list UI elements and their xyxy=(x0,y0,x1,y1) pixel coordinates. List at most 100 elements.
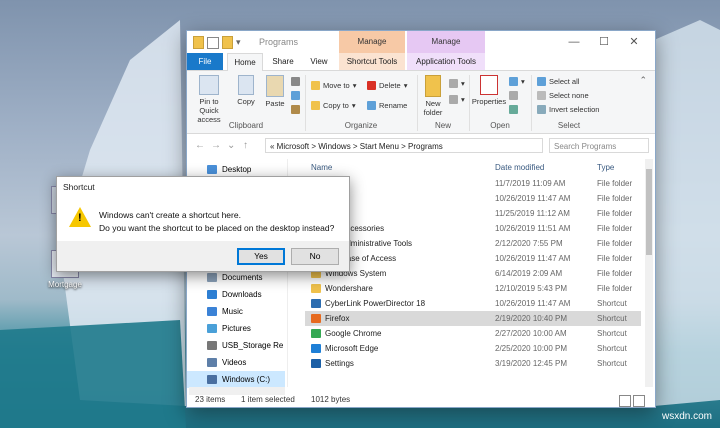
tab-view[interactable]: View xyxy=(303,53,335,70)
title-bar: ▾ Programs Manage Manage — ☐ ✕ xyxy=(187,31,655,53)
scissors-icon xyxy=(291,77,300,86)
pin-quick-access-button[interactable]: Pin to Quick access xyxy=(189,75,229,124)
copy-path-button[interactable] xyxy=(291,91,300,100)
group-clipboard-label: Clipboard xyxy=(228,121,264,130)
quick-access-toolbar: ▾ xyxy=(193,36,241,49)
tab-home[interactable]: Home xyxy=(227,53,263,72)
nav-item-videos[interactable]: Videos xyxy=(207,354,246,371)
nav-item-usb-storage[interactable]: USB_Storage Re xyxy=(207,337,283,354)
nav-item-windows-c[interactable]: Windows (C:) xyxy=(187,371,285,388)
new-folder-button[interactable]: New folder xyxy=(419,75,447,117)
file-row[interactable]: CyberLink PowerDirector 18 10/26/2019 11:… xyxy=(305,296,641,311)
file-row[interactable]: X11/7/2019 11:09 AMFile folder xyxy=(305,176,641,191)
copy-label: Copy xyxy=(237,97,255,106)
rename-icon xyxy=(367,101,376,110)
recent-dropdown-icon[interactable]: ⌄ xyxy=(227,140,235,151)
shortcut-icon xyxy=(311,359,321,368)
file-row[interactable]: ows Accessories 10/26/2019 11:51 AM File f… xyxy=(305,221,641,236)
forward-icon[interactable]: → xyxy=(211,140,221,151)
dropdown-icon[interactable]: ▾ xyxy=(236,37,241,48)
file-row[interactable]: ows Ease of Access 10/26/2019 11:47 AM Fil… xyxy=(305,251,641,266)
file-row[interactable]: Settings 3/19/2020 12:45 PM Shortcut xyxy=(305,356,641,371)
delete-button[interactable]: Delete ▾ xyxy=(367,81,407,90)
file-row[interactable]: p10/26/2019 11:47 AMFile folder xyxy=(305,191,641,206)
paste-icon xyxy=(266,75,284,97)
rename-button[interactable]: Rename xyxy=(367,101,407,110)
move-to-button[interactable]: Move to ▾ xyxy=(311,81,356,90)
tab-file[interactable]: File xyxy=(187,53,223,70)
column-date-modified[interactable]: Date modified xyxy=(495,163,544,172)
file-row[interactable]: Windows System 6/14/2019 2:09 AM File fold… xyxy=(305,266,641,281)
move-to-icon xyxy=(311,81,320,90)
usb-drive-icon xyxy=(207,341,217,350)
status-bar: 23 items 1 item selected 1012 bytes xyxy=(187,393,655,407)
file-row[interactable]: Firefox 2/19/2020 10:40 PM Shortcut xyxy=(305,311,641,326)
select-all-button[interactable]: Select all xyxy=(537,77,579,86)
videos-folder-icon xyxy=(207,358,217,367)
tab-share[interactable]: Share xyxy=(267,53,299,70)
properties-button[interactable]: Properties xyxy=(471,75,507,106)
file-row[interactable]: LAN11/25/2019 11:12 AMFile folder xyxy=(305,206,641,221)
select-none-icon xyxy=(537,91,546,100)
file-type: File folder xyxy=(597,254,633,263)
yes-button[interactable]: Yes xyxy=(237,248,285,265)
nav-item-downloads[interactable]: Downloads xyxy=(207,286,262,303)
properties-label: Properties xyxy=(471,97,507,106)
large-icons-view-icon[interactable] xyxy=(633,395,645,407)
open-button[interactable]: ▾ xyxy=(509,77,525,86)
tab-shortcut-tools[interactable]: Shortcut Tools xyxy=(339,53,405,70)
address-row: ← → ⌄ ↑ « Microsoft > Windows > Start Me… xyxy=(187,135,655,157)
window-title: Programs xyxy=(259,37,299,47)
search-input[interactable]: Search Programs xyxy=(549,138,649,153)
easy-access-icon xyxy=(449,95,458,104)
up-icon[interactable]: ↑ xyxy=(243,140,248,151)
address-bar[interactable]: « Microsoft > Windows > Start Menu > Pro… xyxy=(265,138,543,153)
copy-icon xyxy=(238,75,254,95)
back-icon[interactable]: ← xyxy=(195,140,205,151)
tab-application-tools[interactable]: Application Tools xyxy=(407,53,485,70)
nav-item-pictures[interactable]: Pictures xyxy=(207,320,251,337)
select-none-button[interactable]: Select none xyxy=(537,91,589,100)
watermark: wsxdn.com xyxy=(661,411,712,422)
file-row[interactable]: Wondershare 12/10/2019 5:43 PM File folder xyxy=(305,281,641,296)
details-view-icon[interactable] xyxy=(619,395,631,407)
properties-quick-icon[interactable] xyxy=(207,36,219,49)
history-icon xyxy=(509,105,518,114)
edit-button[interactable] xyxy=(509,91,518,100)
shortcut-icon xyxy=(311,299,321,308)
shortcut-icon xyxy=(311,314,321,323)
file-name: CyberLink PowerDirector 18 xyxy=(311,296,425,311)
file-type: File folder xyxy=(597,284,633,293)
selection-size: 1012 bytes xyxy=(311,395,351,404)
shortcut-icon xyxy=(311,329,321,338)
paste-button[interactable]: Paste xyxy=(261,75,289,108)
pin-label: Pin to Quick access xyxy=(197,97,221,124)
collapse-ribbon-icon[interactable]: ⌃ xyxy=(639,75,647,86)
edit-icon xyxy=(509,91,518,100)
maximize-button[interactable]: ☐ xyxy=(597,35,611,49)
new-folder-quick-icon[interactable] xyxy=(222,36,233,49)
easy-access-button[interactable]: ▾ xyxy=(449,95,465,104)
close-button[interactable]: ✕ xyxy=(627,35,641,49)
new-item-button[interactable]: ▾ xyxy=(449,79,465,88)
column-type[interactable]: Type xyxy=(597,163,614,172)
new-item-icon xyxy=(449,79,458,88)
vertical-scrollbar[interactable] xyxy=(645,159,653,387)
file-row[interactable]: Microsoft Edge 2/25/2020 10:00 PM Shortcut xyxy=(305,341,641,356)
copy-to-icon xyxy=(311,101,320,110)
invert-selection-button[interactable]: Invert selection xyxy=(537,105,599,114)
column-name[interactable]: Name xyxy=(311,163,332,172)
properties-icon xyxy=(480,75,498,95)
scrollbar-thumb[interactable] xyxy=(646,169,652,255)
no-button[interactable]: No xyxy=(291,248,339,265)
paste-shortcut-button[interactable] xyxy=(291,105,300,114)
nav-item-music[interactable]: Music xyxy=(207,303,243,320)
cut-button[interactable] xyxy=(291,77,300,86)
file-row[interactable]: ows Administrative Tools 2/12/2020 7:55 P… xyxy=(305,236,641,251)
history-button[interactable] xyxy=(509,105,518,114)
copy-to-button[interactable]: Copy to ▾ xyxy=(311,101,356,110)
minimize-button[interactable]: — xyxy=(567,35,581,49)
file-date: 10/26/2019 11:47 AM xyxy=(495,254,571,263)
file-row[interactable]: Google Chrome 2/27/2020 10:00 AM Shortcut xyxy=(305,326,641,341)
copy-button[interactable]: Copy xyxy=(233,75,259,106)
